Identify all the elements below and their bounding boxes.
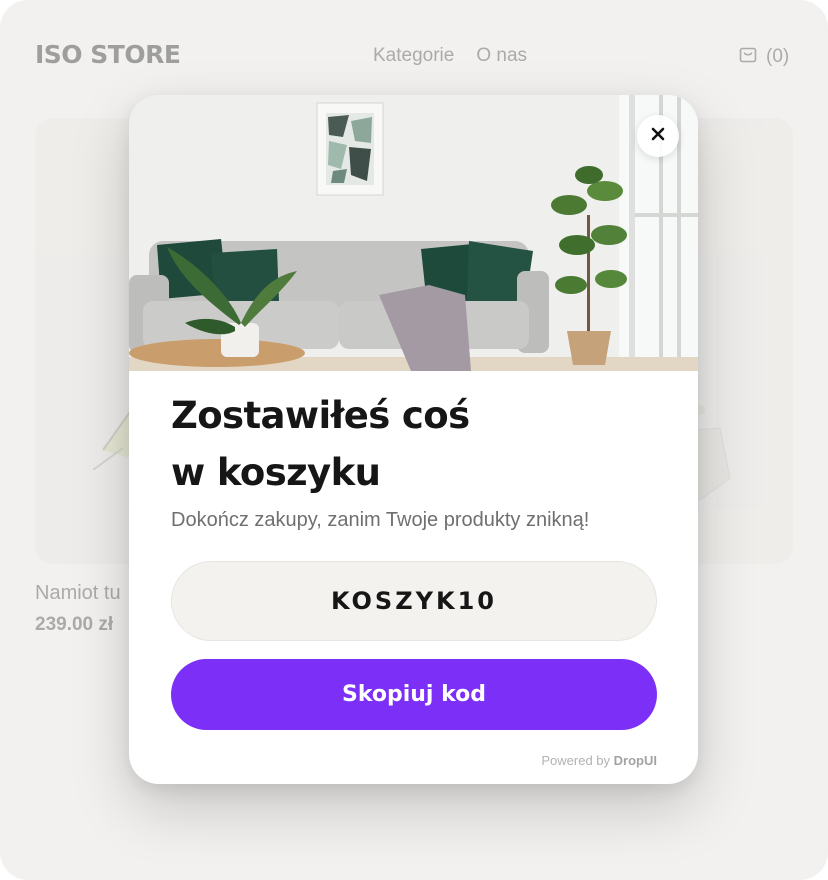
modal-title: Zostawiłeś coś w koszyku (171, 387, 651, 501)
modal-title-line-1: Zostawiłeś coś (171, 394, 470, 437)
cart-button[interactable]: (0) (738, 44, 789, 70)
shopping-bag-icon (738, 44, 758, 70)
nav-item-o-nas[interactable]: O nas (476, 45, 527, 67)
modal-subtitle: Dokończ zakupy, zanim Twoje produkty zni… (171, 509, 590, 531)
store-logo[interactable]: ISO STORE (35, 40, 181, 69)
powered-by-prefix: Powered by (541, 753, 611, 768)
close-button[interactable] (637, 115, 679, 157)
cart-reminder-modal: Zostawiłeś coś w koszyku Dokończ zakupy,… (129, 95, 698, 784)
hero-image (129, 95, 698, 371)
powered-by[interactable]: Powered by DropUI (541, 753, 657, 768)
close-icon (651, 127, 665, 146)
product-name[interactable]: Namiot tu (35, 582, 121, 605)
discount-code-box[interactable]: KOSZYK10 (171, 561, 657, 641)
cart-count: (0) (766, 46, 790, 67)
app-frame: ISO STORE Kategorie O nas (0) Namiot tu … (0, 0, 828, 880)
powered-by-brand: DropUI (613, 753, 657, 768)
product-price: 239.00 zł (35, 614, 114, 635)
modal-title-line-2: w koszyku (171, 451, 381, 494)
copy-code-button[interactable]: Skopiuj kod (171, 659, 657, 730)
nav-item-kategorie[interactable]: Kategorie (373, 45, 454, 67)
main-nav: Kategorie O nas (373, 45, 527, 67)
